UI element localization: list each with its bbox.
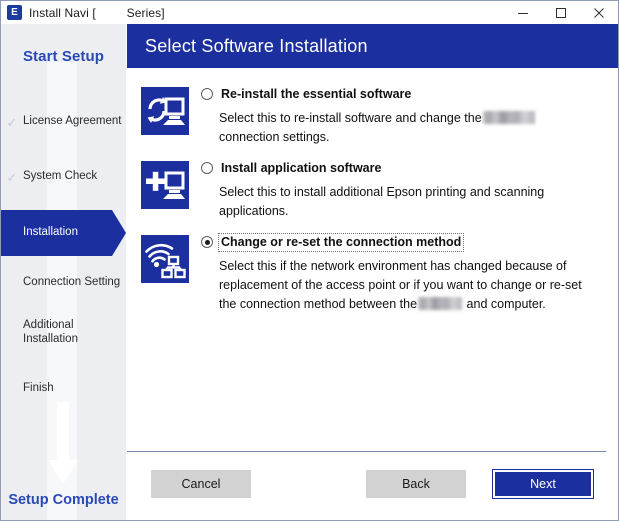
option-title: Change or re-set the connection method (217, 232, 465, 252)
option-header: Change or re-set the connection method (201, 232, 604, 252)
check-icon: ✓ (6, 169, 18, 185)
redacted-model-name (418, 297, 463, 310)
sidebar-item-license-agreement[interactable]: ✓ License Agreement (1, 107, 126, 137)
option-content: Re-install the essential software Select… (201, 85, 604, 147)
sidebar-item-system-check[interactable]: ✓ System Check (1, 162, 126, 192)
option-header: Re-install the essential software (201, 85, 604, 103)
option-description-text-2: connection settings. (219, 130, 330, 144)
setup-steps-sidebar: Start Setup ✓ License Agreement ✓ System… (1, 24, 126, 520)
software-options-list: Re-install the essential software Select… (126, 68, 618, 448)
option-title: Install application software (221, 160, 382, 175)
check-icon: ✓ (6, 114, 18, 130)
radio-install-application-software[interactable] (201, 162, 213, 174)
option-header: Install application software (201, 159, 604, 177)
option-description: Select this if the network environment h… (219, 257, 591, 314)
option-change-connection-method[interactable]: Change or re-set the connection method S… (126, 232, 618, 314)
sidebar-item-label: System Check (23, 170, 98, 183)
install-application-icon (141, 161, 189, 209)
sidebar-heading: Start Setup (22, 48, 105, 65)
option-description-text: Select this to re-install software and c… (219, 111, 482, 125)
radio-change-connection-method[interactable] (201, 236, 213, 248)
option-description-text-2: applications. (219, 204, 289, 218)
title-bar: E Install Navi [ Series] (1, 1, 618, 24)
progress-down-arrow-icon (48, 402, 78, 488)
sidebar-item-finish[interactable]: Finish (1, 374, 126, 404)
option-content: Install application software Select this… (201, 159, 604, 221)
option-description-text: Select this to install additional Epson … (219, 185, 545, 199)
sidebar-item-label: Finish (23, 382, 54, 395)
option-description: Select this to install additional Epson … (219, 183, 591, 221)
sidebar-item-connection-setting[interactable]: Connection Setting (1, 268, 126, 298)
sidebar-item-installation[interactable]: Installation (1, 210, 126, 256)
install-navi-window: E Install Navi [ Series] Start Setup ✓ L… (0, 0, 619, 521)
close-icon[interactable] (580, 1, 618, 24)
minimize-icon[interactable] (504, 1, 542, 24)
maximize-icon[interactable] (542, 1, 580, 24)
option-reinstall-essential-software[interactable]: Re-install the essential software Select… (126, 85, 618, 147)
page-title: Select Software Installation (145, 35, 368, 56)
option-title: Re-install the essential software (221, 86, 412, 101)
dialog-footer: Cancel Back Next (126, 448, 618, 520)
footer-buttons: Cancel Back Next (127, 469, 618, 499)
radio-reinstall-essential-software[interactable] (201, 88, 213, 100)
epson-e-icon: E (7, 5, 22, 20)
option-content: Change or re-set the connection method S… (201, 232, 604, 314)
app-icon-letter: E (11, 7, 18, 18)
network-connection-icon (141, 235, 189, 283)
cancel-button[interactable]: Cancel (151, 470, 251, 498)
sidebar-item-label: License Agreement (23, 115, 122, 128)
back-button[interactable]: Back (366, 470, 466, 498)
page-header: Select Software Installation (126, 24, 618, 68)
option-install-application-software[interactable]: Install application software Select this… (126, 159, 618, 221)
sidebar-item-label: Additional Installation (23, 319, 78, 345)
window-title: Install Navi [ Series] (29, 5, 165, 20)
sidebar-footer-label: Setup Complete (8, 492, 119, 508)
window-body: Start Setup ✓ License Agreement ✓ System… (1, 24, 618, 520)
sidebar-item-label: Installation (23, 226, 78, 239)
reinstall-software-icon (141, 87, 189, 135)
option-description-text-2: and computer. (466, 297, 546, 311)
window-controls (504, 1, 618, 24)
sidebar-item-label: Connection Setting (23, 276, 121, 289)
option-description: Select this to re-install software and c… (219, 109, 591, 147)
footer-divider (127, 451, 606, 452)
redacted-model-name (482, 111, 535, 124)
sidebar-item-additional-installation[interactable]: Additional Installation (1, 319, 126, 353)
next-button[interactable]: Next (492, 469, 594, 499)
main-panel: Select Software Installation Re-install … (126, 24, 618, 520)
